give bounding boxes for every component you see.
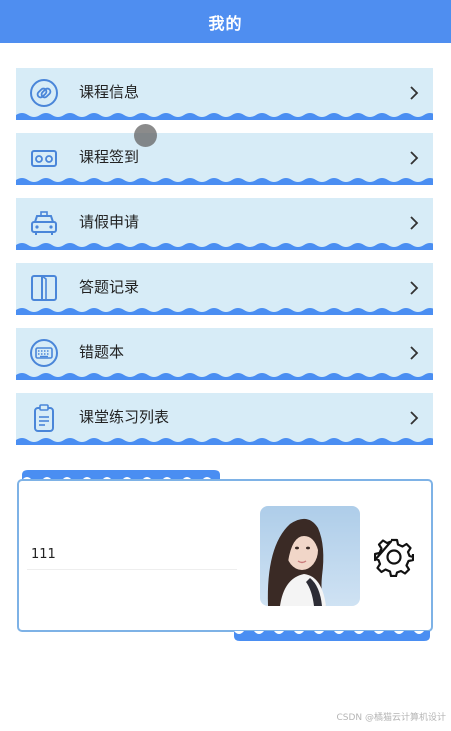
chevron-right-icon <box>410 151 419 165</box>
avatar-image <box>260 506 360 606</box>
menu-item-label: 课程签到 <box>79 148 140 166</box>
menu-item-course-checkin[interactable]: 课程签到 <box>16 133 433 185</box>
menu-item-label: 课程信息 <box>79 83 140 101</box>
wave-decoration <box>16 438 433 445</box>
menu-item-class-exercises[interactable]: 课堂练习列表 <box>16 393 433 445</box>
menu-item-label: 请假申请 <box>79 213 140 231</box>
book-icon <box>31 275 57 301</box>
watermark: CSDN @橘猫云计算机设计 <box>336 713 446 723</box>
menu-item-label: 答题记录 <box>79 278 140 296</box>
link-icon <box>30 79 58 107</box>
username: 111 <box>31 547 56 562</box>
wave-decoration <box>16 308 433 315</box>
wave-decoration <box>16 373 433 380</box>
app-header: 我的 <box>0 0 451 43</box>
gear-icon[interactable] <box>374 537 414 577</box>
keyboard-icon <box>30 339 58 367</box>
wave-decoration <box>16 243 433 250</box>
clipboard-icon <box>34 404 54 432</box>
menu-item-leave-request[interactable]: 请假申请 <box>16 198 433 250</box>
wave-decoration <box>16 178 433 185</box>
chevron-right-icon <box>410 86 419 100</box>
car-icon <box>31 211 57 235</box>
menu-item-label: 错题本 <box>79 343 125 361</box>
chevron-right-icon <box>410 346 419 360</box>
chevron-right-icon <box>410 216 419 230</box>
avatar[interactable] <box>260 506 360 606</box>
divider <box>27 569 237 570</box>
menu-item-mistake-book[interactable]: 错题本 <box>16 328 433 380</box>
chevron-right-icon <box>410 411 419 425</box>
profile-card: 111 <box>17 479 433 632</box>
menu-item-label: 课堂练习列表 <box>79 408 170 426</box>
menu-item-answer-records[interactable]: 答题记录 <box>16 263 433 315</box>
menu-item-course-info[interactable]: 课程信息 <box>16 68 433 120</box>
wave-decoration <box>16 113 433 120</box>
page: 我的 课程信息 课程签到 请假申请 答题记录 错题本 课堂练习列表 111 CS… <box>0 0 451 731</box>
vr-goggles-icon <box>31 150 57 167</box>
touch-indicator <box>134 124 157 147</box>
chevron-right-icon <box>410 281 419 295</box>
wave-decoration <box>234 631 430 641</box>
page-title: 我的 <box>208 13 243 33</box>
